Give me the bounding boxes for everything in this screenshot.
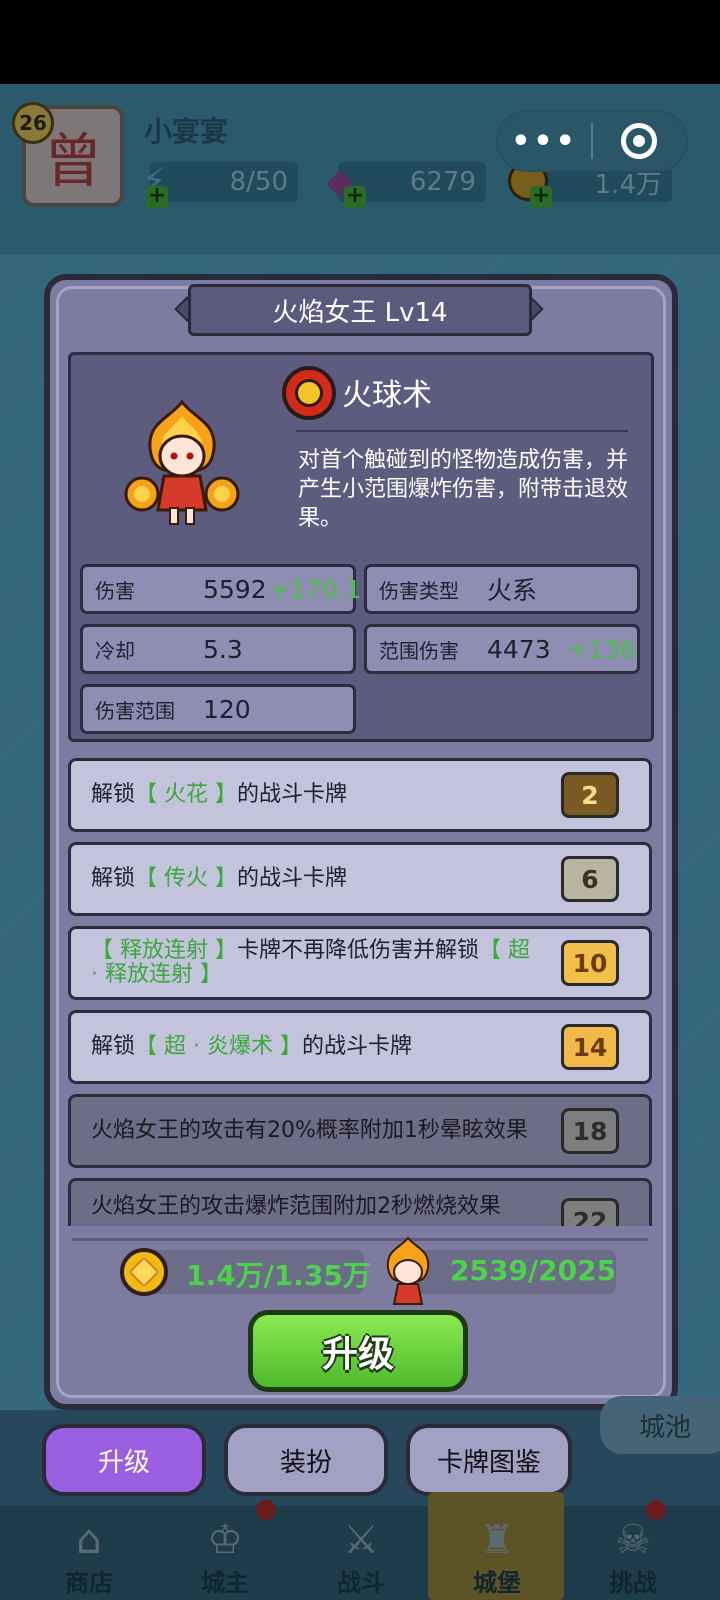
perk-level-badge: 18 <box>561 1108 619 1154</box>
skull-icon: ☠ <box>615 1517 651 1563</box>
crown-icon: ♔ <box>207 1517 243 1563</box>
hero-shard-icon <box>386 1236 430 1305</box>
tab-card-book[interactable]: 卡牌图鉴 <box>406 1424 572 1496</box>
stat-range: 伤害范围 120 <box>80 684 356 734</box>
coin-cost: 1.4万/1.35万 <box>186 1259 371 1292</box>
perk-level-badge: 10 <box>561 940 619 986</box>
tab-outfit[interactable]: 装扮 <box>224 1424 388 1496</box>
skill-divider <box>296 430 628 432</box>
stat-cooldown-value: 5.3 <box>203 634 243 664</box>
add-coins-button[interactable]: + <box>530 185 552 208</box>
skill-description: 对首个触碰到的怪物造成伤害，并产生小范围爆炸伤害，附带击退效果。 <box>298 448 629 531</box>
upgrade-button[interactable]: 升级 <box>248 1310 468 1392</box>
stat-damage-type: 伤害类型 火系 <box>364 564 640 614</box>
perk-item-locked: 火焰女王的攻击有20%概率附加1秒晕眩效果 18 <box>68 1094 652 1168</box>
upgrade-button-label: 升级 <box>321 1334 394 1375</box>
stat-aoe-damage-label: 范围伤害 <box>379 638 459 663</box>
hero-title: 火焰女王 Lv14 <box>272 297 448 328</box>
perk-item: 解锁【 超 · 炎爆术 】的战斗卡牌 14 <box>68 1010 652 1084</box>
shard-cost: 2539/2025 <box>450 1254 617 1287</box>
add-energy-button[interactable]: + <box>146 185 168 208</box>
more-options-button[interactable]: ••• <box>498 124 591 159</box>
stat-aoe-damage-value: 4473 <box>487 634 551 664</box>
stat-aoe-damage: 范围伤害 4473 +136 <box>364 624 640 674</box>
cost-divider <box>72 1238 648 1241</box>
perk-item: 解锁【 火花 】的战斗卡牌 2 <box>68 758 652 832</box>
castle-icon: ♜ <box>479 1517 515 1563</box>
stat-range-value: 120 <box>203 694 251 724</box>
stat-cooldown: 冷却 5.3 <box>80 624 356 674</box>
fireball-skill-icon <box>282 366 336 420</box>
stat-damage-value: 5592 <box>203 574 267 604</box>
nav-castle[interactable]: ♜ 城堡 <box>452 1508 542 1598</box>
stat-range-label: 伤害范围 <box>95 698 175 723</box>
stat-aoe-damage-increase: +136 <box>567 634 636 664</box>
add-gems-button[interactable]: + <box>344 185 366 208</box>
stat-damage: 伤害 5592 +170.1 <box>80 564 362 614</box>
skill-name: 火球术 <box>342 378 432 413</box>
nav-lord[interactable]: ♔ 城主 <box>180 1508 270 1598</box>
challenge-notification-dot <box>646 1500 666 1520</box>
fire-queen-portrait-icon <box>124 399 240 525</box>
stat-cooldown-label: 冷却 <box>95 638 135 663</box>
swords-icon: ⚔ <box>343 1517 379 1563</box>
perk-item-locked: 火焰女王的攻击爆炸范围附加2秒燃烧效果 22 <box>68 1178 652 1226</box>
perk-level-badge: 6 <box>561 856 619 902</box>
status-bar-area <box>0 0 720 84</box>
close-miniprogram-button[interactable] <box>593 123 686 159</box>
target-icon <box>621 123 658 159</box>
player-level-badge: 26 <box>12 102 54 144</box>
tab-city[interactable]: 城池 <box>600 1396 720 1454</box>
player-name: 小宴宴 <box>144 115 229 148</box>
hero-title-bar: 火焰女王 Lv14 <box>188 284 532 336</box>
stat-damage-type-value: 火系 <box>487 576 538 605</box>
perk-item: 解锁【 传火 】的战斗卡牌 6 <box>68 842 652 916</box>
stat-damage-label: 伤害 <box>95 578 135 603</box>
lord-notification-dot <box>256 1500 276 1520</box>
nav-battle[interactable]: ⚔ 战斗 <box>316 1508 406 1598</box>
perk-list[interactable]: 解锁【 火花 】的战斗卡牌 2 解锁【 传火 】的战斗卡牌 6 【 释放连射 】… <box>60 752 660 1226</box>
stat-damage-type-label: 伤害类型 <box>379 578 459 603</box>
shop-icon: ⌂ <box>76 1517 102 1563</box>
coin-icon <box>120 1248 168 1296</box>
perk-level-badge: 22 <box>561 1198 619 1226</box>
tab-upgrade[interactable]: 升级 <box>42 1424 206 1496</box>
stat-damage-increase: +170.1 <box>269 574 362 604</box>
nav-challenge[interactable]: ☠ 挑战 <box>588 1508 678 1598</box>
perk-item: 【 释放连射 】卡牌不再降低伤害并解锁【 超 · 释放连射 】 10 <box>68 926 652 1000</box>
nav-shop[interactable]: ⌂ 商店 <box>44 1508 134 1598</box>
perk-level-badge: 2 <box>561 772 619 818</box>
miniprogram-capsule: ••• <box>496 110 688 172</box>
perk-level-badge: 14 <box>561 1024 619 1070</box>
